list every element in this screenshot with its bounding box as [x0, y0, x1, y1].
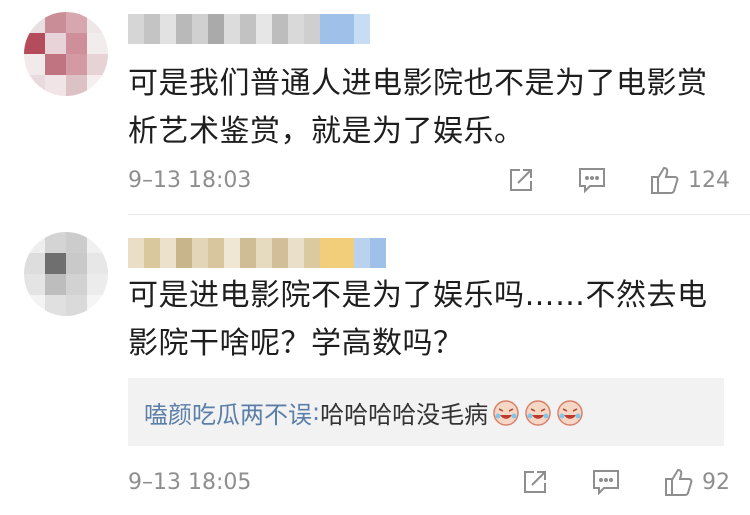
username-blurred[interactable]: [128, 238, 386, 268]
sub-reply-separator: :: [312, 398, 321, 426]
comment-text-line: 析艺术鉴赏，就是为了娱乐。: [128, 114, 525, 149]
avatar[interactable]: [24, 232, 108, 316]
share-icon: [510, 169, 532, 191]
laughing-emoji: [493, 400, 519, 426]
thumbs-up-icon: [665, 468, 693, 496]
thumbs-up-icon: [651, 166, 679, 194]
share-button[interactable]: [522, 469, 548, 495]
laughing-emoji: [557, 400, 583, 426]
like-count: 124: [688, 167, 730, 193]
timestamp: 9–13 18:03: [128, 167, 252, 193]
comment-text: 可是我们普通人进电影院也不是为了电影赏 析艺术鉴赏，就是为了娱乐。: [128, 60, 714, 156]
comment-item: 可是我们普通人进电影院也不是为了电影赏 析艺术鉴赏，就是为了娱乐。 9–13 1…: [0, 0, 750, 215]
comment-icon: [593, 470, 619, 495]
like-button[interactable]: 92: [664, 467, 730, 497]
comment-text: 可是进电影院不是为了娱乐吗……不然去电 影院干啥呢？学高数吗？: [128, 272, 714, 368]
sub-reply[interactable]: 嗑颜吃瓜两不误 : 哈哈哈哈没毛病: [128, 378, 724, 446]
username-blurred[interactable]: [128, 14, 370, 44]
timestamp: 9–13 18:05: [128, 469, 252, 495]
share-button[interactable]: [508, 167, 534, 193]
comment-text-line: 可是进电影院不是为了娱乐吗……不然去电: [128, 278, 708, 313]
like-count: 92: [702, 469, 730, 495]
comment-icon: [579, 168, 605, 193]
sub-reply-username[interactable]: 嗑颜吃瓜两不误: [144, 395, 312, 430]
divider: [128, 214, 750, 215]
share-icon: [524, 471, 546, 493]
sub-reply-text: 哈哈哈哈没毛病: [320, 400, 489, 429]
reply-button[interactable]: [592, 469, 620, 495]
comment-meta: 9–13 18:03 124: [128, 163, 730, 197]
laughing-emoji: [525, 400, 551, 426]
avatar[interactable]: [24, 12, 108, 96]
comment-text-line: 影院干啥呢？学高数吗？: [128, 326, 464, 361]
comment-text-line: 可是我们普通人进电影院也不是为了电影赏: [128, 66, 708, 101]
reply-button[interactable]: [578, 167, 606, 193]
comment-meta: 9–13 18:05 92: [128, 465, 730, 499]
like-button[interactable]: 124: [650, 165, 730, 195]
